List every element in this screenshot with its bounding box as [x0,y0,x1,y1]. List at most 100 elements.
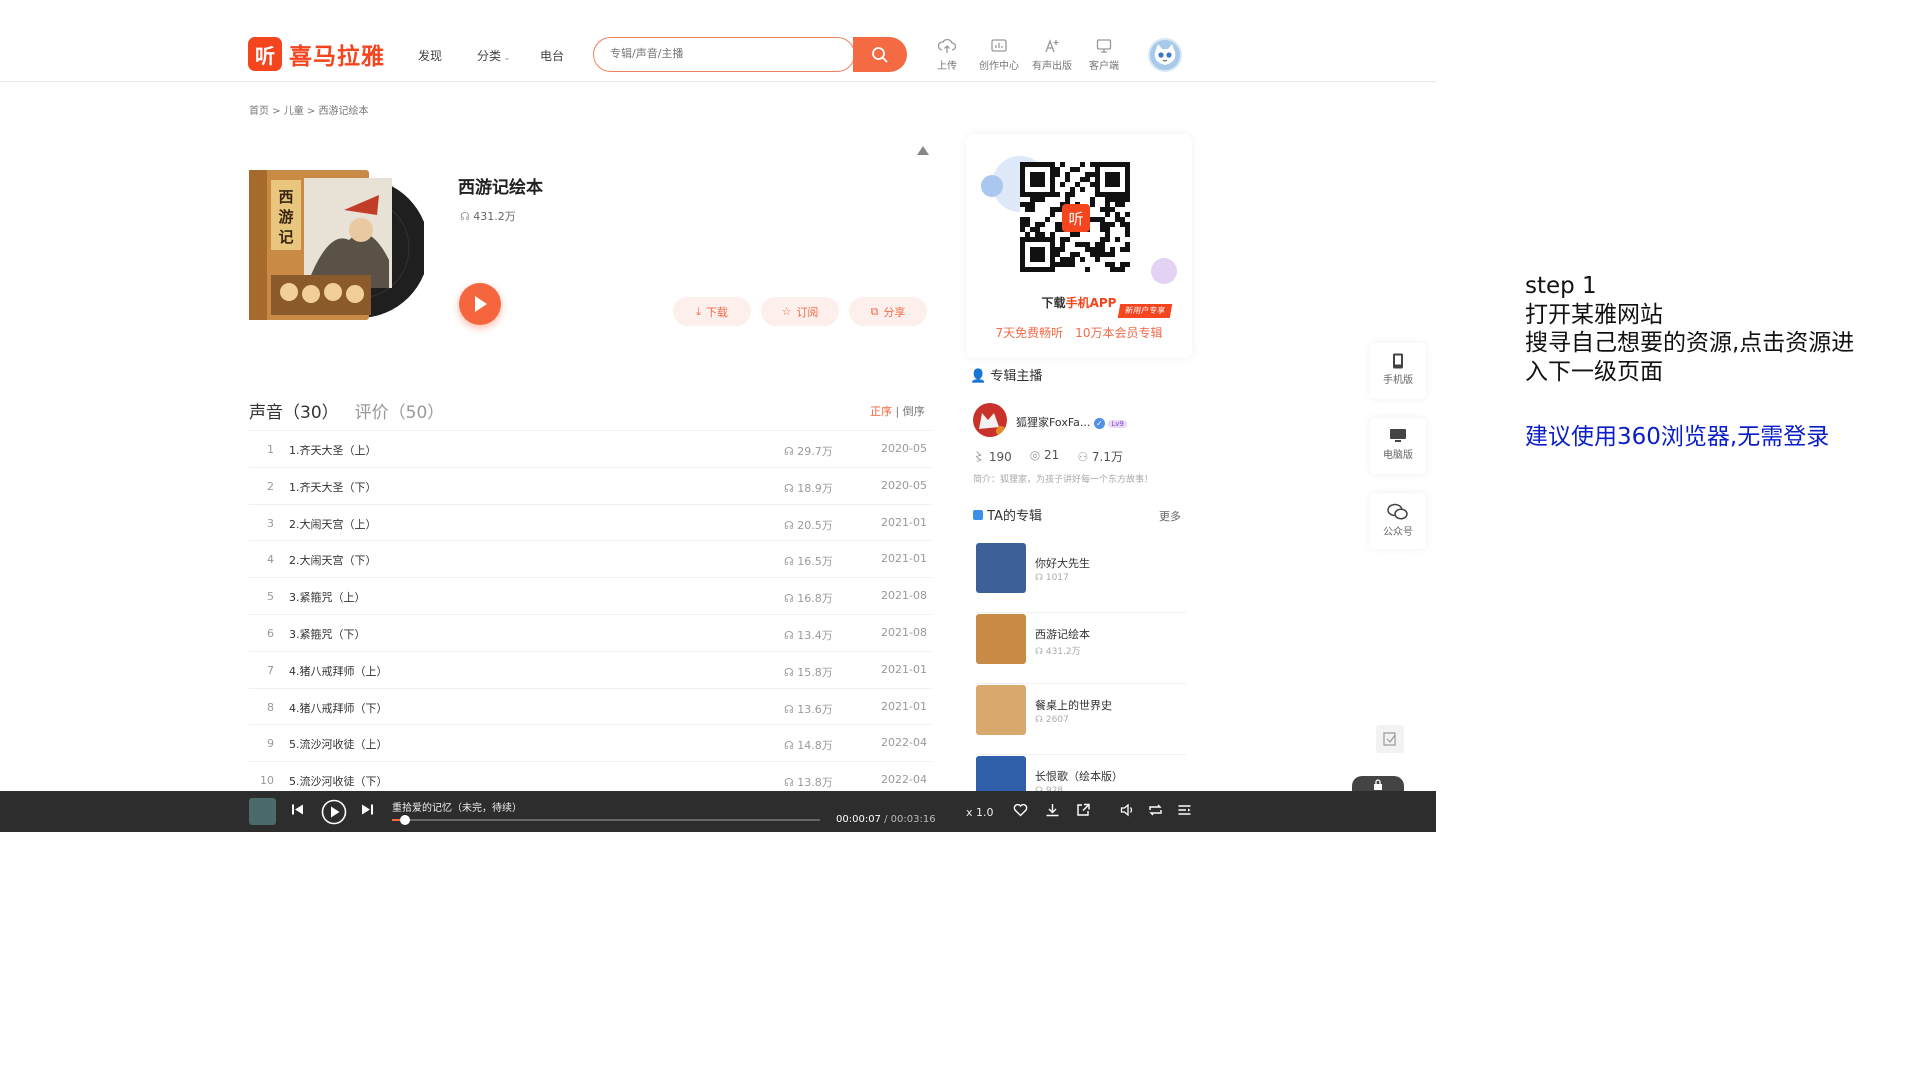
track-plays: ☊ 18.9万 [784,480,833,496]
now-playing-title: 重拾爱的记忆（未完，待续） [392,803,522,814]
host-album-plays: ☊ 1017 [1035,573,1069,583]
site-logo[interactable]: 听 喜马拉雅 [248,37,385,71]
host-name[interactable]: 狐狸家FoxFa... ✓ Lv9 [1016,414,1127,430]
download-icon[interactable] [1045,803,1060,817]
track-plays-value: 15.8万 [797,665,833,679]
more-albums-link[interactable]: 更多 [1159,508,1181,524]
track-row[interactable]: 5 3.紧箍咒（上） ☊ 16.8万 2021-08 [249,577,931,614]
host-avatar[interactable] [973,403,1007,437]
download-button[interactable]: ⤓ 下载 [673,297,751,326]
playback-speed[interactable]: x 1.0 [966,806,994,819]
subscribe-label: 订阅 [796,305,819,319]
host-albums-value: 21 [1044,448,1060,462]
album-list-icon [973,510,983,520]
next-track-icon[interactable] [361,803,374,816]
headphones-icon: ☊ [784,776,798,790]
wechat-account-button[interactable]: 公众号 [1370,493,1426,549]
client-button[interactable]: 客户端 [1080,38,1128,72]
previous-track-icon[interactable] [291,803,304,816]
user-icon: 👤 [970,369,987,384]
loop-icon[interactable] [1148,803,1163,817]
progress-knob[interactable] [399,815,410,825]
sort-asc[interactable]: 正序 [870,405,892,418]
nav-category[interactable]: 分类 ⌄ [477,47,510,64]
now-playing-cover[interactable] [249,798,276,825]
track-number: 4 [267,553,274,567]
track-plays-value: 13.4万 [797,628,833,642]
track-row[interactable]: 6 3.紧箍咒（下） ☊ 13.4万 2021-08 [249,613,931,651]
player-lock-tab[interactable] [1352,776,1404,792]
desktop-version-button[interactable]: 电脑版 [1370,418,1426,474]
tab-reviews[interactable]: 评价（50） [355,398,445,423]
search-input[interactable] [610,47,820,60]
track-row[interactable]: 1 1.齐天大圣（上） ☊ 29.7万 2020-05 [249,430,931,467]
nav-discover[interactable]: 发现 [418,47,442,64]
track-title[interactable]: 5.流沙河收徒（下） [289,773,388,789]
track-title[interactable]: 1.齐天大圣（下） [289,479,377,495]
track-title[interactable]: 2.大闹天宫（上） [289,516,377,532]
search-button[interactable] [853,37,907,72]
host-tracks: 〻 190 [973,448,1012,465]
track-plays-value: 13.8万 [797,776,833,790]
headphones-icon: ☊ [784,665,798,679]
instruction-line: 搜寻自己想要的资源,点击资源进 [1525,330,1855,356]
breadcrumb: 首页 > 儿童 > 西游记绘本 [249,106,369,117]
collapse-arrow-icon[interactable] [917,146,929,155]
app-download-card[interactable]: 听 下载手机APP 新用户专享 7天免费畅听 10万本会员专辑 [966,134,1192,358]
sort-desc[interactable]: 倒序 [903,405,925,418]
track-title[interactable]: 4.猪八戒拜师（上） [289,663,388,679]
album-title: 西游记绘本 [458,178,543,198]
host-album-item[interactable]: 西游记绘本 ☊ 431.2万 [976,614,1186,684]
host-album-plays-value: 1017 [1045,573,1069,583]
edit-note-icon [1383,732,1396,746]
track-title[interactable]: 4.猪八戒拜师（下） [289,700,388,716]
nav-radio[interactable]: 电台 [540,47,564,64]
track-plays: ☊ 13.6万 [784,701,833,717]
track-row[interactable]: 7 4.猪八戒拜师（上） ☊ 15.8万 2021-01 [249,650,931,688]
track-title[interactable]: 3.紧箍咒（上） [289,589,366,605]
share-icon: ⧉ [870,304,879,318]
track-title[interactable]: 5.流沙河收徒（上） [289,736,388,752]
heart-icon[interactable] [1013,803,1028,817]
host-album-title: 餐桌上的世界史 [1035,699,1112,712]
play-album-button[interactable] [459,283,501,325]
feedback-button[interactable] [1376,725,1404,753]
host-album-item[interactable]: 餐桌上的世界史 ☊ 2607 [976,685,1186,755]
headphones-icon: ☊ [784,445,798,458]
tab-sounds[interactable]: 声音（30） [249,398,339,423]
instruction-line: 入下一级页面 [1525,358,1663,385]
mobile-version-label: 手机版 [1383,375,1413,386]
track-row[interactable]: 3 2.大闹天宫（上） ☊ 20.5万 2021-01 [249,503,931,541]
text-plus-icon [1045,39,1059,53]
new-user-badge: 新用户专享 [1117,304,1173,318]
track-row[interactable]: 8 4.猪八戒拜师（下） ☊ 13.6万 2021-01 [249,687,931,725]
track-row[interactable]: 9 5.流沙河收徒（上） ☊ 14.8万 2022-04 [249,724,931,761]
play-pause-icon[interactable] [321,799,347,825]
audio-publish-button[interactable]: 有声出版 [1028,38,1076,72]
mobile-version-button[interactable]: 手机版 [1370,343,1426,399]
track-title[interactable]: 3.紧箍咒（下） [289,626,366,642]
share-out-icon[interactable] [1076,803,1091,817]
client-label: 客户端 [1089,61,1119,72]
track-row[interactable]: 2 1.齐天大圣（下） ☊ 18.9万 2020-05 [249,466,931,504]
host-album-item[interactable]: 你好大先生 ☊ 1017 [976,543,1186,613]
track-title[interactable]: 1.齐天大圣（上） [289,442,377,458]
user-avatar[interactable] [1148,38,1182,72]
creator-center-button[interactable]: 创作中心 [975,38,1023,72]
track-date: 2021-01 [881,662,927,676]
volume-icon[interactable] [1120,803,1135,817]
album-play-count: ☊ 431.2万 [460,208,516,224]
upload-button[interactable]: 上传 [923,38,971,72]
track-row[interactable]: 4 2.大闹天宫（下） ☊ 16.5万 2021-01 [249,540,931,577]
subscribe-button[interactable]: ☆ 订阅 [761,297,839,326]
logo-text: 喜马拉雅 [289,44,385,70]
album-cover[interactable]: 西 游 记 [249,170,429,325]
track-title[interactable]: 2.大闹天宫（下） [289,552,377,568]
cloud-upload-icon [938,38,956,53]
fans-icon: ⚇ [1077,450,1092,464]
share-button[interactable]: ⧉ 分享 [849,297,927,326]
playlist-icon[interactable] [1177,803,1192,817]
album-plays-value: 431.2万 [473,210,516,223]
progress-bar[interactable] [392,815,820,825]
host-heading-label: 专辑主播 [990,369,1043,384]
